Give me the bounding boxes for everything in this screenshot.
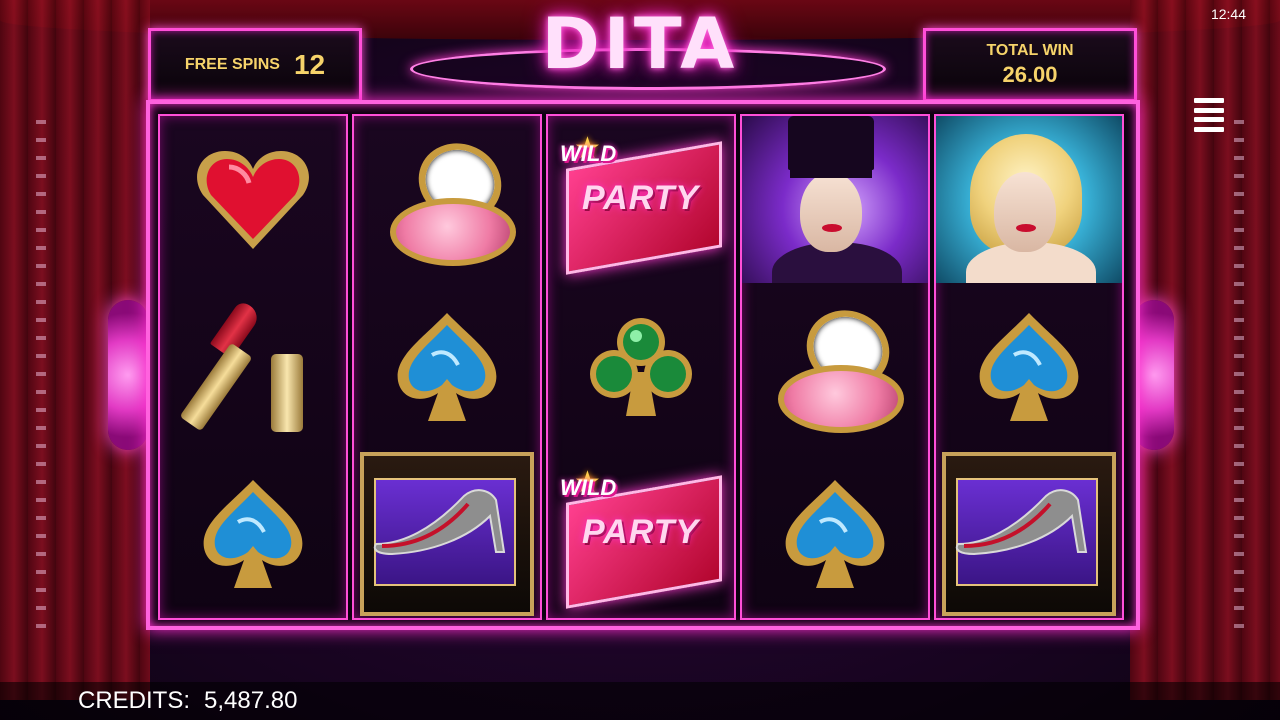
- reel-cell: [936, 116, 1122, 283]
- reel-cell: [160, 116, 346, 283]
- stiletto-shoe-icon: [942, 451, 1116, 616]
- reel-cell: [160, 450, 346, 617]
- light-strip-left: [36, 120, 46, 640]
- party-word: PARTY: [582, 512, 700, 551]
- blue-spade-icon: [974, 309, 1084, 425]
- reel-cell: [936, 450, 1122, 617]
- reel-cell: [354, 283, 540, 450]
- blue-spade-icon: [198, 476, 308, 592]
- top-hat-lady-portrait: [742, 116, 928, 283]
- reel-cell: [160, 283, 346, 450]
- stiletto-shoe-icon: [360, 451, 534, 616]
- wild-word: WILD: [560, 474, 617, 500]
- free-spins-panel: FREE SPINS 12: [148, 28, 362, 102]
- reel-cell: [742, 450, 928, 617]
- blonde-lady-portrait: [936, 116, 1122, 283]
- powder-compact-icon: [382, 129, 516, 266]
- reel-3: ★ WILD PARTY ★ WILD PARTY: [546, 114, 736, 620]
- reel-frame: ★ WILD PARTY ★ WILD PARTY: [146, 100, 1140, 630]
- reel-cell: [742, 116, 928, 283]
- green-club-icon: [586, 312, 696, 422]
- total-win-value: 26.00: [1002, 62, 1058, 87]
- reel-cell: [354, 116, 540, 283]
- menu-icon[interactable]: [1194, 98, 1224, 132]
- game-logo: DITA: [541, 3, 739, 85]
- fan-decoration-right: [1134, 300, 1174, 450]
- reel-2: [352, 114, 542, 620]
- credits-value: 5,487.80: [204, 687, 298, 714]
- reel-cell: [936, 283, 1122, 450]
- total-win-panel: TOTAL WIN 26.00: [923, 28, 1137, 102]
- reel-4: [740, 114, 930, 620]
- total-win-label: TOTAL WIN: [986, 42, 1074, 59]
- wild-party-icon: ★ WILD PARTY: [556, 132, 726, 275]
- free-spins-label: FREE SPINS: [184, 56, 280, 73]
- heart-icon: [193, 145, 313, 255]
- credits-bar: CREDITS: 5,487.80: [0, 682, 1280, 720]
- reel-cell: [548, 283, 734, 450]
- credits-label: CREDITS:: [78, 687, 191, 714]
- light-strip-right: [1234, 120, 1244, 640]
- reel-cell: ★ WILD PARTY: [548, 450, 734, 617]
- reel-5: [934, 114, 1124, 620]
- reel-1: [158, 114, 348, 620]
- reel-cell: [354, 450, 540, 617]
- wild-word: WILD: [560, 140, 617, 166]
- blue-spade-icon: [780, 476, 890, 592]
- wild-party-icon: ★ WILD PARTY: [556, 466, 726, 609]
- fan-decoration-left: [108, 300, 148, 450]
- free-spins-counter: 12: [293, 49, 326, 80]
- status-clock: 12:44: [1210, 6, 1246, 22]
- lipstick-icon: [179, 298, 313, 432]
- party-word: PARTY: [582, 178, 700, 217]
- powder-compact-icon: [770, 296, 904, 433]
- blue-spade-icon: [392, 309, 502, 425]
- reel-cell: ★ WILD PARTY: [548, 116, 734, 283]
- reel-cell: [742, 283, 928, 450]
